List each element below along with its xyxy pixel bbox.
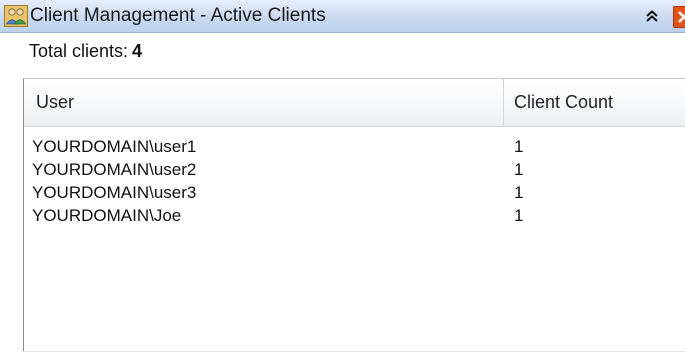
client-count-cell: 1 bbox=[514, 206, 524, 225]
window-title: Client Management - Active Clients bbox=[30, 5, 326, 26]
user-cell: YOURDOMAIN\user3 bbox=[32, 183, 197, 202]
total-clients: Total clients: 4 bbox=[29, 41, 142, 62]
total-clients-value: 4 bbox=[132, 41, 143, 61]
client-count-cell: 1 bbox=[514, 183, 524, 202]
active-clients-panel: Client Management - Active Clients Total… bbox=[0, 0, 685, 362]
close-icon[interactable] bbox=[673, 6, 685, 28]
users-group-icon bbox=[4, 5, 28, 27]
table-row[interactable]: YOURDOMAIN\Joe 1 bbox=[24, 204, 685, 227]
table-row[interactable]: YOURDOMAIN\user1 1 bbox=[24, 135, 685, 158]
user-cell: YOURDOMAIN\Joe bbox=[32, 206, 182, 225]
column-header-user-label: User bbox=[36, 92, 75, 112]
table-row[interactable]: YOURDOMAIN\user3 1 bbox=[24, 181, 685, 204]
list-rows: YOURDOMAIN\user1 1 YOURDOMAIN\user2 1 YO… bbox=[24, 135, 685, 227]
total-clients-label: Total clients: bbox=[29, 41, 129, 61]
user-cell: YOURDOMAIN\user1 bbox=[32, 137, 197, 156]
client-count-cell: 1 bbox=[514, 137, 524, 156]
list-bottom-border bbox=[23, 351, 685, 352]
client-count-cell: 1 bbox=[514, 160, 524, 179]
list-header: User Client Count bbox=[24, 79, 685, 127]
clients-list[interactable]: User Client Count YOURDOMAIN\user1 1 YOU… bbox=[23, 78, 685, 352]
column-header-user[interactable]: User bbox=[24, 79, 504, 126]
table-row[interactable]: YOURDOMAIN\user2 1 bbox=[24, 158, 685, 181]
double-chevron-up-icon[interactable] bbox=[644, 8, 660, 24]
title-bar[interactable]: Client Management - Active Clients bbox=[0, 0, 685, 33]
column-header-client-count[interactable]: Client Count bbox=[504, 79, 685, 126]
user-cell: YOURDOMAIN\user2 bbox=[32, 160, 197, 179]
column-header-client-count-label: Client Count bbox=[514, 92, 614, 112]
